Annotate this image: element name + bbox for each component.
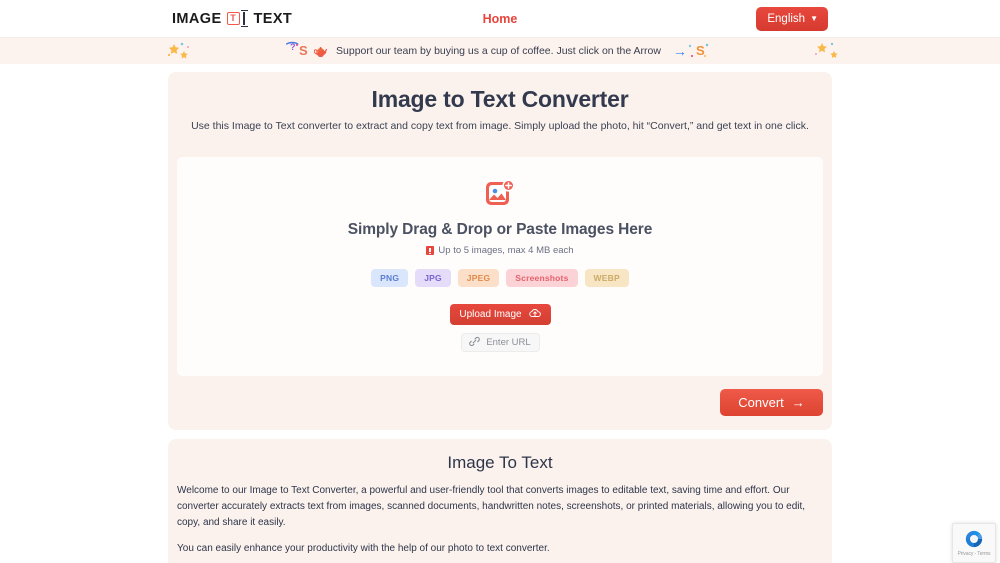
format-badge-jpeg: JPEG <box>457 269 500 287</box>
hero-section: Image to Text Converter Use this Image t… <box>168 72 832 148</box>
logo-icon: T <box>226 10 249 27</box>
format-badge-screenshots: Screenshots <box>506 269 578 287</box>
promo-content: 🫖 Support our team by buying us a cup of… <box>313 44 687 58</box>
enter-url-label: Enter URL <box>486 337 531 348</box>
format-badge-png: PNG <box>371 269 409 287</box>
format-badge-jpg: JPG <box>415 269 451 287</box>
info-card: Image To Text Welcome to our Image to Te… <box>168 439 832 563</box>
page-root: IMAGE T TEXT Home English ▼ ⁀ ? S 🫖 Supp… <box>0 0 1000 563</box>
cloud-upload-icon <box>528 308 541 321</box>
nav-item-home[interactable]: Home <box>483 12 518 26</box>
logo-bracket-shape <box>240 10 248 27</box>
main-content: Image to Text Converter Use this Image t… <box>0 72 1000 563</box>
svg-text:?: ? <box>290 42 296 52</box>
page-title: Image to Text Converter <box>371 86 629 112</box>
dropzone-note: Up to 5 images, max 4 MB each <box>187 245 813 256</box>
recaptcha-icon <box>964 529 984 549</box>
coffee-icon: 🫖 <box>313 44 329 58</box>
language-selector-button[interactable]: English ▼ <box>756 7 828 31</box>
promo-banner[interactable]: ⁀ ? S 🫖 Support our team by buying us a … <box>0 38 1000 64</box>
warning-icon <box>426 246 435 255</box>
svg-text:S: S <box>696 43 705 58</box>
recaptcha-badge[interactable]: Privacy - Terms <box>952 523 996 563</box>
logo-text-text: TEXT <box>253 10 293 27</box>
dropzone-title: Simply Drag & Drop or Paste Images Here <box>347 221 653 238</box>
format-badge-webp: WEBP <box>584 269 629 287</box>
section1-paragraph-1: Welcome to our Image to Text Converter, … <box>177 485 806 529</box>
site-header: IMAGE T TEXT Home English ▼ <box>0 0 1000 38</box>
sparkle-decoration-left-1 <box>160 38 220 64</box>
arrow-right-icon: → <box>791 395 805 410</box>
convert-row: Convert → <box>168 376 832 430</box>
upload-image-button[interactable]: Upload Image <box>449 304 551 325</box>
image-plus-icon <box>485 179 515 209</box>
language-label: English <box>767 13 806 25</box>
logo-letter-t: T <box>226 12 240 25</box>
chevron-down-icon: ▼ <box>810 14 818 23</box>
convert-button[interactable]: Convert → <box>720 389 823 416</box>
link-icon <box>469 336 481 350</box>
svg-text:S: S <box>299 43 308 58</box>
main-nav: Home <box>0 0 1000 38</box>
upload-image-label: Upload Image <box>459 309 522 320</box>
supported-formats: PNG JPG JPEG Screenshots WEBP <box>187 269 813 287</box>
file-dropzone[interactable]: Simply Drag & Drop or Paste Images Here … <box>177 157 823 376</box>
logo-text-image: IMAGE <box>172 10 222 27</box>
convert-label: Convert <box>738 395 784 410</box>
promo-text: Support our team by buying us a cup of c… <box>336 45 661 57</box>
dropzone-note-text: Up to 5 images, max 4 MB each <box>438 245 574 256</box>
promo-arrow-icon[interactable]: → <box>673 44 687 58</box>
section1-paragraph-2: You can easily enhance your productivity… <box>177 542 550 554</box>
site-logo[interactable]: IMAGE T TEXT <box>172 10 292 27</box>
converter-card: Image to Text Converter Use this Image t… <box>168 72 832 430</box>
page-subtitle: Use this Image to Text converter to extr… <box>191 120 809 132</box>
enter-url-button[interactable]: Enter URL <box>460 333 540 352</box>
sparkle-decoration-right-2 <box>800 38 860 64</box>
sparkle-decoration-right-1: S <box>680 38 740 64</box>
section-title-image-to-text: Image To Text <box>447 453 553 472</box>
svg-text:⁀: ⁀ <box>286 41 299 57</box>
recaptcha-privacy-terms: Privacy - Terms <box>957 551 991 557</box>
